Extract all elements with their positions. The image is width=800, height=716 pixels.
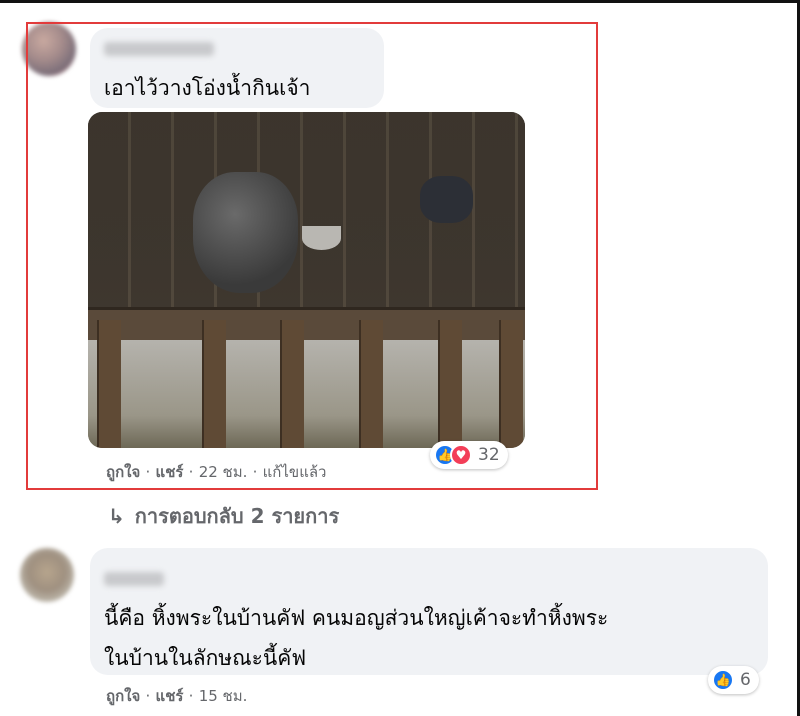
comment-actions: ถูกใจ · แชร์ · 22 ชม. · แก้ไขแล้ว (106, 463, 327, 481)
avatar[interactable] (22, 22, 76, 76)
love-reaction-icon: ♥ (450, 444, 472, 466)
reply-arrow-icon: ↳ (108, 504, 125, 528)
reaction-count: 6 (740, 670, 751, 690)
reaction-count: 32 (478, 445, 500, 465)
reactions-summary[interactable]: 👍 ♥ 32 (430, 441, 508, 469)
reactions-summary[interactable]: 👍 6 (708, 666, 759, 694)
comment-bubble: เอาไว้วางโอ่งน้ำกินเจ้า (90, 28, 384, 108)
comment-bubble: นี้คือ หิ้งพระในบ้านคัฟ คนมอญส่วนใหญ่เค้… (90, 548, 768, 675)
author-name-blurred[interactable] (104, 42, 214, 56)
like-link[interactable]: ถูกใจ (106, 687, 140, 705)
timestamp[interactable]: 22 ชม. (199, 463, 248, 481)
author-name-blurred[interactable] (104, 572, 164, 586)
share-link[interactable]: แชร์ (156, 463, 184, 481)
frame-border-top (0, 0, 800, 3)
comment-text-line-2: ในบ้านในลักษณะนี้คัฟ (104, 646, 307, 670)
comment-actions: ถูกใจ · แชร์ · 15 ชม. (106, 687, 248, 705)
comment-text: เอาไว้วางโอ่งน้ำกินเจ้า (104, 76, 311, 100)
view-replies-link[interactable]: ↳ การตอบกลับ 2 รายการ (108, 500, 339, 532)
timestamp[interactable]: 15 ชม. (199, 687, 248, 705)
comment-text-line-1: นี้คือ หิ้งพระในบ้านคัฟ คนมอญส่วนใหญ่เค้… (104, 606, 609, 630)
share-link[interactable]: แชร์ (156, 687, 184, 705)
replies-label: การตอบกลับ 2 รายการ (134, 504, 340, 528)
avatar[interactable] (20, 548, 74, 602)
like-link[interactable]: ถูกใจ (106, 463, 140, 481)
like-reaction-icon: 👍 (712, 669, 734, 691)
edited-label[interactable]: แก้ไขแล้ว (263, 463, 327, 481)
comment-photo[interactable] (88, 112, 525, 448)
